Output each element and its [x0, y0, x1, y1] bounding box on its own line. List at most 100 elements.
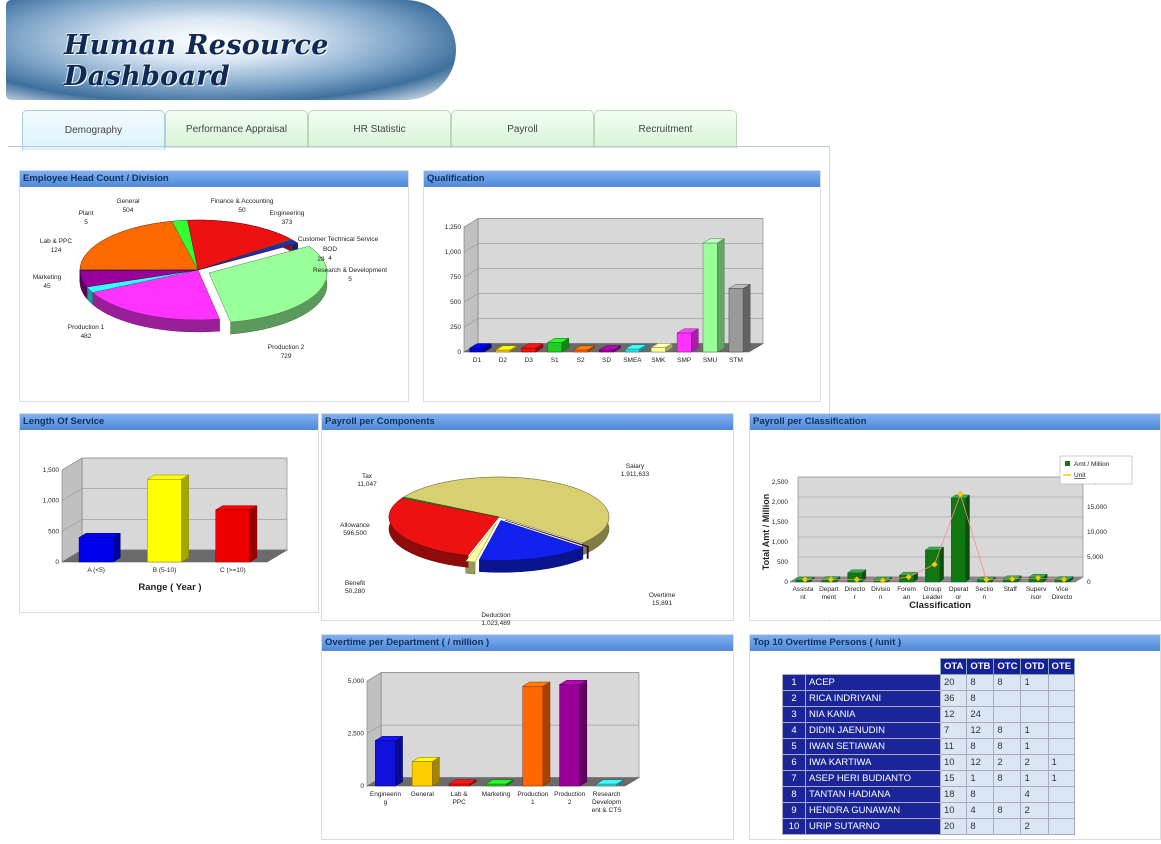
table-cell [1047, 786, 1076, 803]
tab-hr-statistic[interactable]: HR Statistic [308, 110, 451, 148]
table-cell: 2 [993, 754, 1022, 771]
table-cell: 1 [1020, 674, 1049, 691]
bar [147, 478, 182, 563]
x-tick-label: Group [923, 586, 941, 593]
x-tick-label: S2 [577, 357, 585, 364]
pie-value-label: 5 [84, 219, 88, 226]
pie-label: Finance & Accounting [211, 198, 274, 205]
table-cell: 10 [939, 802, 968, 819]
pie-value-label: 596,500 [343, 530, 367, 537]
tab-performance-appraisal[interactable]: Performance Appraisal [165, 110, 308, 148]
y-tick-label: 1,000 [445, 249, 462, 256]
x-tick-label: Staff [1004, 586, 1017, 593]
legend-label: Amt / Million [1074, 461, 1110, 468]
payroll-classification-panel: Payroll per Classification 0 500 1,000 1,50… [749, 413, 1161, 621]
table-cell [993, 786, 1022, 803]
table-cell: 1 [1020, 770, 1049, 787]
table-cell: 12 [966, 754, 995, 771]
bar [702, 242, 718, 353]
table-row: 2 RICA INDRIYANI 36 8 [782, 690, 1076, 707]
pie-label: Customer Technical Service [298, 236, 379, 243]
table-cell: 1 [1047, 754, 1076, 771]
pie-value-label: 5 [348, 276, 352, 283]
column-header: OTE [1047, 658, 1076, 675]
pie-label: Marketing [33, 274, 62, 281]
pie-label: Plant [79, 210, 94, 217]
table-cell: 12 [939, 706, 968, 723]
overtime-department-bar-chart: 0 2,500 5,000 Engineering General Lab &PPC Mar… [348, 672, 641, 814]
x-axis-label: Range ( Year ) [138, 582, 201, 593]
table-cell [993, 690, 1022, 707]
table-cell: 10 [939, 754, 968, 771]
x-tick-label: ment [822, 594, 837, 601]
table-row: 7 ASEP HERI BUDIANTO 15 1 8 1 1 [782, 770, 1076, 787]
table-cell [1020, 706, 1049, 723]
y-tick-label: 1,500 [772, 519, 789, 526]
x-tick-label: General [411, 791, 435, 798]
x-tick-label: SMP [677, 357, 691, 364]
table-cell [993, 818, 1022, 835]
x-tick-label: Vice [1056, 586, 1069, 593]
bar [522, 686, 544, 787]
x-tick-label: Lab & [451, 791, 469, 798]
y-tick-label: 0 [784, 579, 788, 586]
table-cell: 4 [1020, 786, 1049, 803]
pie-value-label: 1,911,633 [621, 471, 650, 478]
pie-value-label: 482 [81, 333, 92, 340]
table-cell: 2 [1020, 818, 1049, 835]
pie-label: Engineering [270, 210, 305, 217]
bar [728, 288, 744, 353]
pie-label: General [116, 198, 140, 205]
pie-value-label: 1,023,489 [482, 620, 511, 627]
table-row: 1 ACEP 20 8 8 1 [782, 674, 1076, 691]
panel-title: Employee Head Count / Division [20, 171, 408, 187]
person-name: IWA KARTIWA [805, 754, 941, 771]
row-number: 10 [782, 818, 806, 835]
column-header: OTD [1020, 658, 1049, 675]
pie-value-label: 373 [282, 219, 293, 226]
panel-title: Overtime per Department ( / million ) [322, 635, 733, 651]
bar [625, 348, 640, 353]
table-cell: 7 [939, 722, 968, 739]
x-tick-label: D1 [473, 357, 482, 364]
row-number: 5 [782, 738, 806, 755]
table-cell [1047, 738, 1076, 755]
table-cell: 36 [939, 690, 968, 707]
tab-demography[interactable]: Demography [22, 110, 165, 150]
table-row: 6 IWA KARTIWA 10 12 2 2 1 [782, 754, 1076, 771]
table-cell: 15 [939, 770, 968, 787]
tab-payroll[interactable]: Payroll [451, 110, 594, 148]
tab-recruitment[interactable]: Recruitment [594, 110, 737, 148]
y-tick-label: 250 [450, 324, 461, 331]
bar-side [249, 505, 258, 563]
x-tick-label: SMK [651, 357, 666, 364]
column-header: OTA [939, 658, 968, 675]
table-cell: 8 [966, 786, 995, 803]
pie-label: Tax [362, 473, 373, 480]
x-tick-label: Sectio [975, 586, 993, 593]
x-tick-label: Superv [1026, 586, 1047, 593]
bar [448, 783, 470, 787]
bar [925, 549, 940, 583]
legend-swatch-bar [1065, 461, 1070, 466]
table-row: 10 URIP SUTARNO 20 8 2 [782, 818, 1076, 835]
x-tick-label: D2 [499, 357, 508, 364]
x-tick-label: Assista [792, 586, 813, 593]
table-cell: 1 [966, 770, 995, 787]
table-cell: 1 [1047, 770, 1076, 787]
panel-title: Payroll per Components [322, 414, 733, 430]
x-tick-label: Production [517, 791, 548, 798]
pie-label: Research & Development [313, 267, 387, 274]
table-cell: 4 [966, 802, 995, 819]
x-tick-label: Production [554, 791, 585, 798]
table-cell: 8 [966, 674, 995, 691]
table-cell [1047, 722, 1076, 739]
bar [596, 783, 617, 787]
bar [599, 349, 614, 353]
panel-title: Top 10 Overtime Persons ( /unit ) [750, 635, 1160, 651]
payroll-components-pie-chart: Salary1,911,633 Tax11,047 Allowance596,500… [340, 463, 675, 627]
pie-value-label: 11,047 [357, 481, 377, 488]
table-cell: 20 [939, 674, 968, 691]
bar-side [691, 328, 699, 353]
x-tick-label: Operat [948, 586, 968, 593]
